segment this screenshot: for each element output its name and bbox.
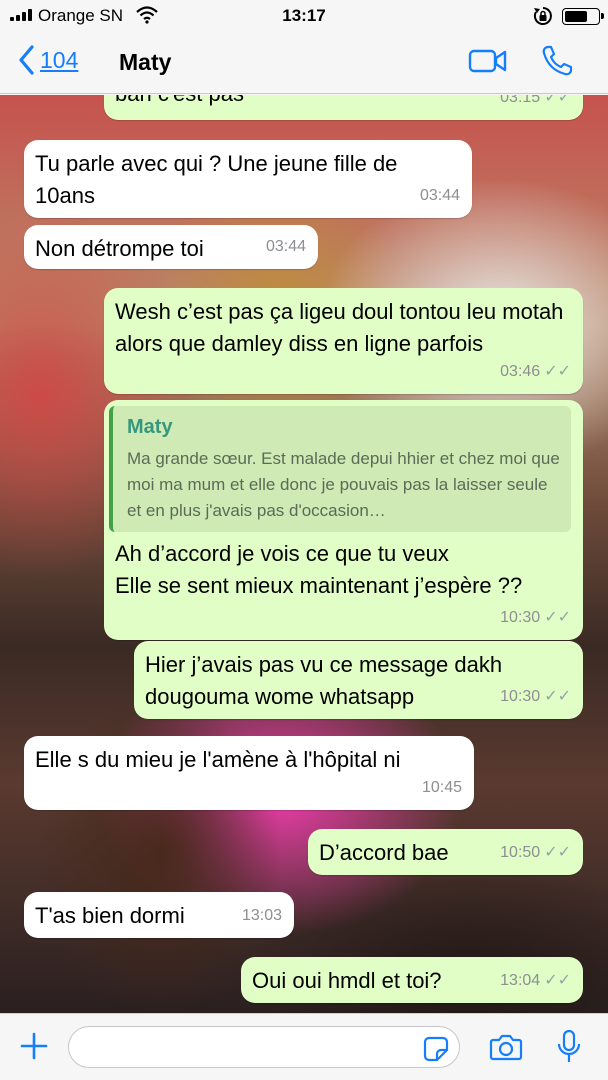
unread-count[interactable]: 104 <box>40 47 78 74</box>
microphone-icon[interactable] <box>556 1029 582 1065</box>
message-time: 03:44 <box>419 187 460 204</box>
camera-icon[interactable] <box>489 1033 523 1061</box>
message-time: 10:45 <box>421 779 462 796</box>
message-meta: 10:50 ✓✓ <box>500 837 571 869</box>
message-time: 03:44 <box>265 238 306 255</box>
status-bar: Orange SN 13:17 <box>0 0 608 32</box>
message-bubble[interactable]: T'as bien dormi 13:03 <box>24 892 294 938</box>
rotation-lock-icon <box>533 7 552 25</box>
message-bubble[interactable]: ban c'est pas 03:15 ✓✓ <box>104 95 583 120</box>
battery-icon <box>562 8 604 25</box>
chat-header: 104 Maty <box>0 32 608 94</box>
message-time: 10:30 <box>500 688 541 705</box>
message-bubble[interactable]: Non détrompe toi 03:44 <box>24 225 318 269</box>
message-bubble[interactable]: D’accord bae 10:50 ✓✓ <box>308 829 583 875</box>
message-meta: 03:46 ✓✓ <box>500 356 571 388</box>
message-text: Elle s du mieu je l'amène à l'hôpital ni <box>35 747 401 772</box>
message-text: Ah d’accord je vois ce que tu veux Elle … <box>115 541 523 598</box>
clock: 13:17 <box>282 6 326 25</box>
message-bubble[interactable]: Oui oui hmdl et toi? 13:04 ✓✓ <box>241 957 583 1003</box>
message-time: 13:03 <box>241 907 282 924</box>
message-time: 03:15 <box>500 95 541 106</box>
input-bar <box>0 1013 608 1080</box>
message-time: 03:46 <box>500 363 541 380</box>
message-text: Wesh c’est pas ça ligeu doul tontou leu … <box>115 299 564 356</box>
message-meta: 10:30 ✓✓ <box>500 681 571 713</box>
quoted-sender: Maty <box>127 416 173 438</box>
message-meta: 13:04 ✓✓ <box>500 965 571 997</box>
message-bubble[interactable]: Tu parle avec qui ? Une jeune fille de 1… <box>24 140 472 218</box>
read-ticks-icon: ✓✓ <box>544 844 571 861</box>
phone-call-icon[interactable] <box>540 44 574 78</box>
message-text: Tu parle avec qui ? Une jeune fille de 1… <box>35 151 398 208</box>
message-meta: 10:30 ✓✓ <box>500 602 571 634</box>
read-ticks-icon: ✓✓ <box>544 688 571 705</box>
message-meta: 03:44 <box>266 231 306 263</box>
message-meta: 03:44 <box>420 180 460 212</box>
sticker-icon[interactable] <box>423 1036 449 1062</box>
read-ticks-icon: ✓✓ <box>544 609 571 626</box>
message-time: 13:04 <box>500 972 541 989</box>
plus-icon[interactable] <box>20 1032 48 1060</box>
message-meta: 10:45 <box>422 772 462 804</box>
message-bubble[interactable]: Hier j’avais pas vu ce message dakh doug… <box>134 641 583 719</box>
message-bubble[interactable]: Elle s du mieu je l'amène à l'hôpital ni… <box>24 736 474 810</box>
back-chevron-icon <box>19 45 34 75</box>
message-bubble[interactable]: Maty Ma grande sœur. Est malade depui hh… <box>104 400 583 640</box>
back-button[interactable]: 104 <box>18 45 78 75</box>
read-ticks-icon: ✓✓ <box>544 95 571 106</box>
read-ticks-icon: ✓✓ <box>544 972 571 989</box>
message-bubble[interactable]: Wesh c’est pas ça ligeu doul tontou leu … <box>104 288 583 394</box>
video-call-icon[interactable] <box>468 48 508 74</box>
message-time: 10:30 <box>500 609 541 626</box>
chat-area[interactable]: ban c'est pas 03:15 ✓✓ Tu parle avec qui… <box>0 95 608 1013</box>
contact-name[interactable]: Maty <box>119 49 171 76</box>
read-ticks-icon: ✓✓ <box>544 363 571 380</box>
quoted-message[interactable]: Maty Ma grande sœur. Est malade depui hh… <box>109 406 571 532</box>
message-meta: 03:15 ✓✓ <box>500 95 571 114</box>
message-input[interactable] <box>68 1026 460 1068</box>
message-meta: 13:03 <box>242 900 282 932</box>
quoted-text: Ma grande sœur. Est malade depui hhier e… <box>127 449 560 520</box>
message-time: 10:50 <box>500 844 541 861</box>
